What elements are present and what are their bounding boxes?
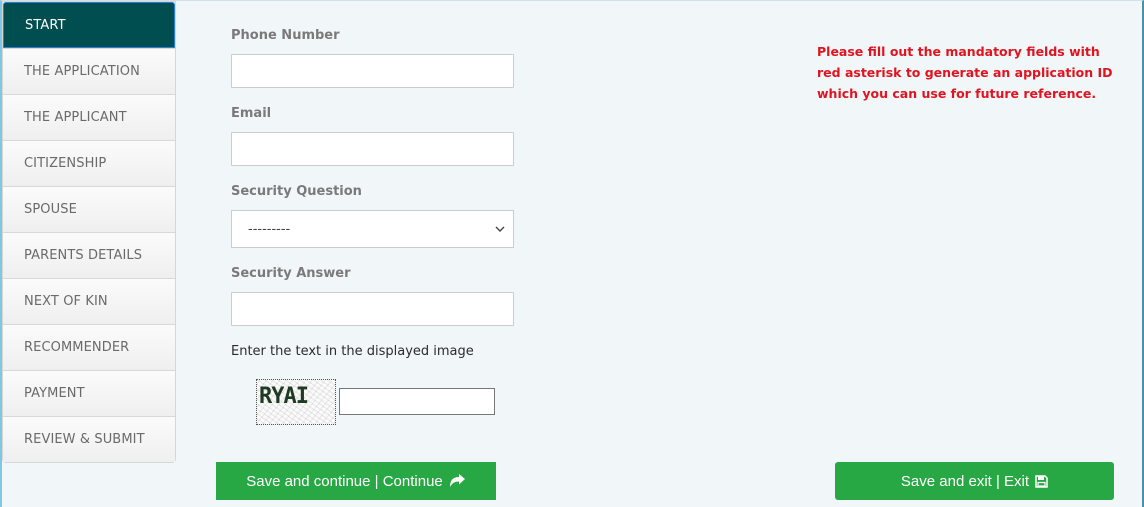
save-and-exit-label: Save and exit | Exit (900, 472, 1030, 490)
security-question-label: Security Question (231, 184, 362, 199)
sidebar-item-the-application[interactable]: THE APPLICATION (3, 48, 175, 94)
chevron-down-icon (495, 226, 505, 232)
share-arrow-icon (449, 474, 466, 488)
mandatory-fields-notice: Please fill out the mandatory fields wit… (817, 44, 1113, 101)
email-label: Email (231, 106, 272, 121)
captcha-input[interactable] (339, 388, 495, 415)
sidebar-item-next-of-kin[interactable]: NEXT OF KIN (3, 278, 175, 324)
security-question-select[interactable]: --------- (231, 210, 514, 248)
phone-number-label: Phone Number (231, 28, 340, 43)
floppy-disk-icon (1035, 474, 1048, 488)
sidebar-item-spouse[interactable]: SPOUSE (3, 186, 175, 232)
phone-number-input[interactable] (231, 54, 514, 88)
email-input[interactable] (231, 132, 514, 166)
sidebar-item-recommender[interactable]: RECOMMENDER (3, 324, 175, 370)
captcha-label: Enter the text in the displayed image (231, 344, 474, 359)
sidebar-item-citizenship[interactable]: CITIZENSHIP (3, 140, 175, 186)
save-and-continue-button[interactable]: Save and continue | Continue (216, 462, 496, 500)
save-and-exit-button[interactable]: Save and exit | Exit (835, 462, 1114, 500)
sidebar-item-review-submit[interactable]: REVIEW & SUBMIT (3, 416, 175, 462)
security-question-value: --------- (248, 221, 291, 237)
sidebar-item-the-applicant[interactable]: THE APPLICANT (3, 94, 175, 140)
sidebar-nav: START THE APPLICATION THE APPLICANT CITI… (2, 1, 176, 463)
save-and-continue-label: Save and continue | Continue (246, 472, 443, 490)
captcha-image: RYAI (256, 379, 336, 425)
security-answer-label: Security Answer (231, 266, 351, 281)
sidebar-item-payment[interactable]: PAYMENT (3, 370, 175, 416)
sidebar-item-start[interactable]: START (3, 2, 175, 48)
security-answer-input[interactable] (231, 292, 514, 326)
sidebar-item-parents-details[interactable]: PARENTS DETAILS (3, 232, 175, 278)
